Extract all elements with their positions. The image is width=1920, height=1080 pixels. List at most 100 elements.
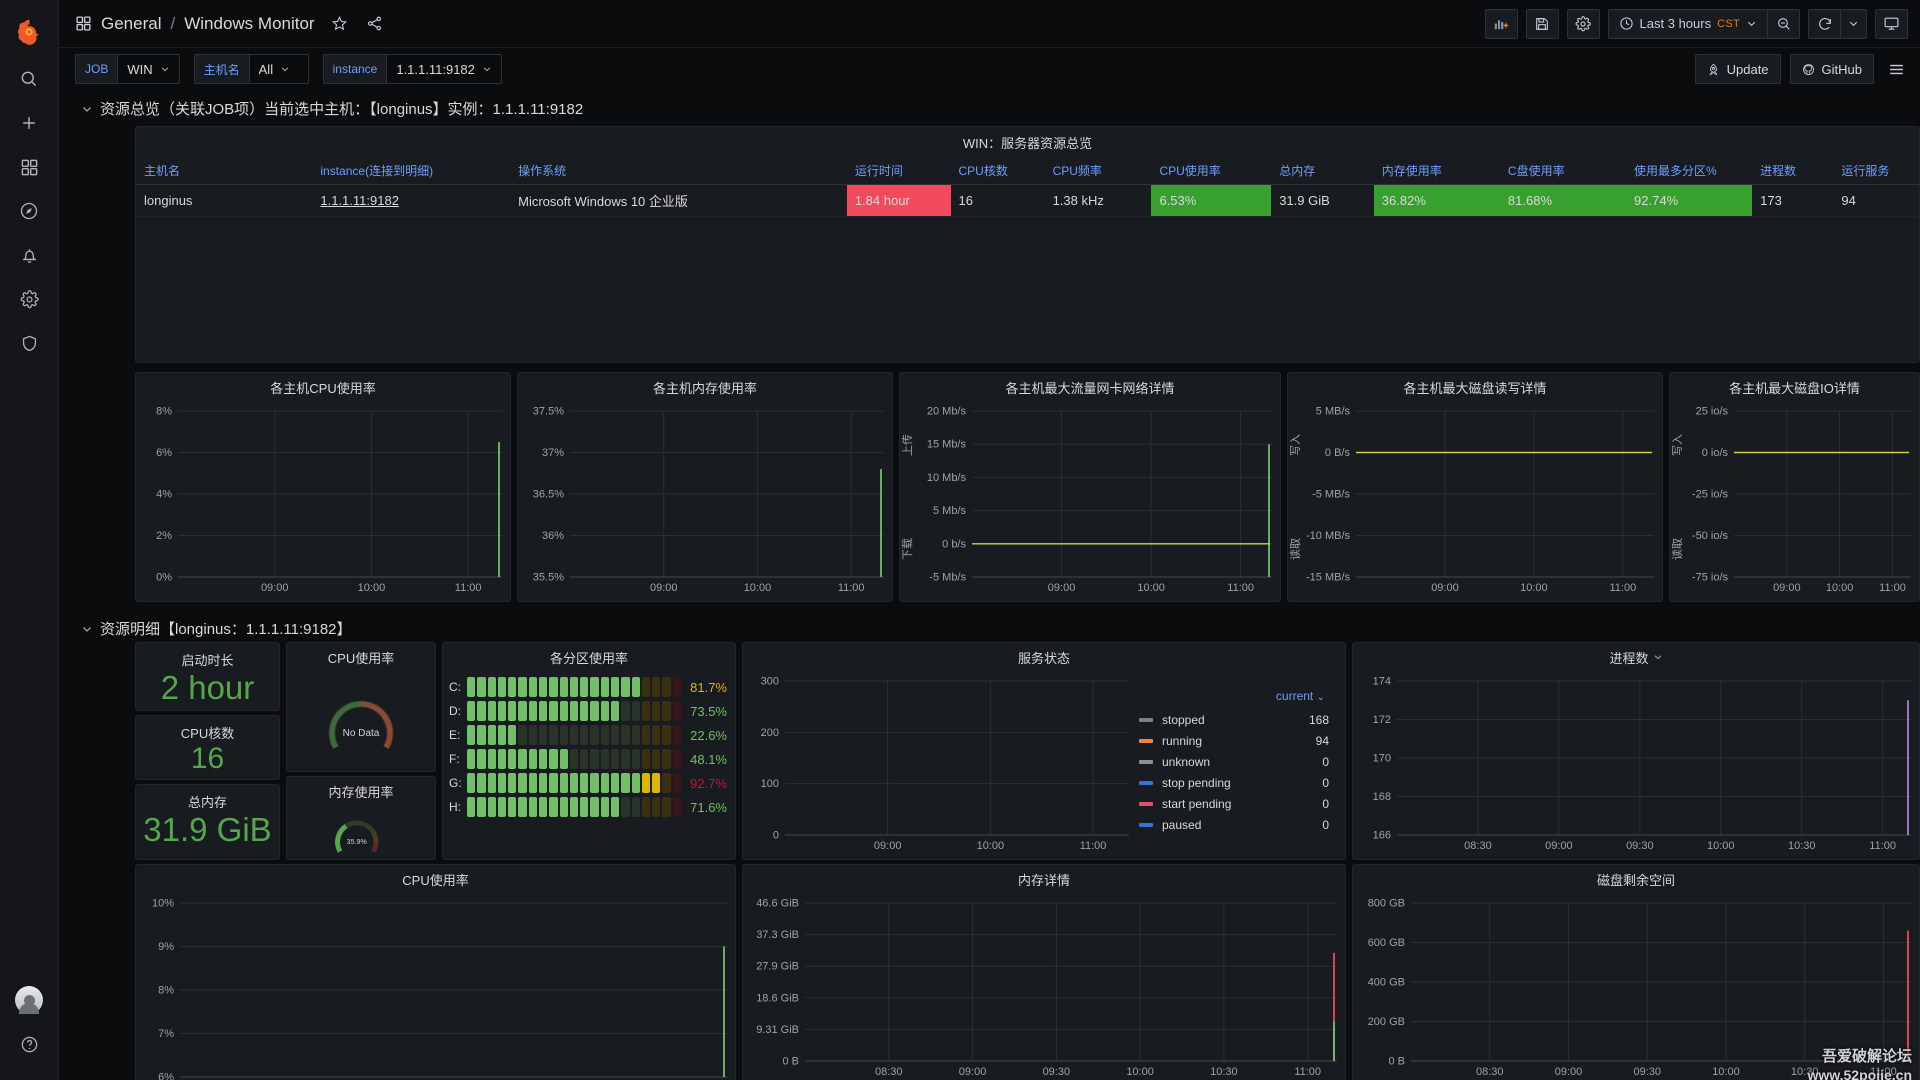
partition-row: E:22.6% [443, 724, 733, 746]
refresh-interval-picker[interactable] [1840, 9, 1867, 39]
row-header-overview[interactable]: 资源总览（关联JOB项）当前选中主机：【longinus】实例：1.1.1.11… [59, 90, 1920, 126]
chart-disk-free-space[interactable]: 0 B200 GB400 GB600 GB800 GB08:3009:0009:… [1353, 893, 1919, 1080]
panel-title-cpu-usage-gauge[interactable]: CPU使用率 [287, 643, 435, 671]
chart-process-count[interactable]: 16616817017217408:3009:0009:3010:0010:30… [1353, 671, 1919, 859]
zoom-out-time-button[interactable] [1767, 9, 1800, 39]
col-cpu-usage[interactable]: CPU使用率 [1151, 157, 1271, 185]
grafana-logo[interactable] [0, 5, 59, 57]
sidebar-item-configuration[interactable] [0, 277, 59, 321]
sidebar-item-dashboards[interactable] [0, 145, 59, 189]
col-uptime[interactable]: 运行时间 [847, 157, 951, 185]
legend-row[interactable]: stop pending0 [1139, 772, 1339, 793]
panel-title-memory-usage-gauge[interactable]: 内存使用率 [287, 777, 435, 805]
github-icon [1802, 63, 1815, 76]
sidebar-item-create[interactable] [0, 101, 59, 145]
panel-title-process-count[interactable]: 进程数 [1353, 643, 1919, 671]
partition-percent: 92.7% [681, 776, 733, 791]
sidebar-item-help[interactable] [0, 1022, 59, 1066]
chart-memory-detail[interactable]: 0 B9.31 GiB18.6 GiB27.9 GiB37.3 GiB46.6 … [743, 893, 1345, 1080]
svg-text:09:00: 09:00 [1545, 840, 1573, 852]
sidebar-item-server-admin[interactable] [0, 321, 59, 365]
col-hostname[interactable]: 主机名 [136, 157, 312, 185]
chart-host-net-detail[interactable]: -5 Mb/s0 b/s5 Mb/s10 Mb/s15 Mb/s20 Mb/s0… [900, 401, 1280, 601]
sidebar-item-search[interactable] [0, 57, 59, 101]
sidebar-avatar[interactable] [0, 978, 59, 1022]
partition-bar-segment [498, 677, 506, 697]
variable-hostname-select[interactable]: All [249, 54, 309, 84]
svg-text:6%: 6% [156, 447, 172, 459]
panel-title-host-disk-rw[interactable]: 各主机最大磁盘读写详情 [1288, 373, 1662, 401]
tv-mode-button[interactable] [1875, 9, 1908, 39]
legend-row[interactable]: stopped168 [1139, 709, 1339, 730]
partition-bar-segment [529, 749, 537, 769]
svg-text:9.31 GiB: 9.31 GiB [756, 1024, 799, 1036]
legend-row[interactable]: paused0 [1139, 814, 1339, 835]
partition-bar-segment [467, 677, 475, 697]
cell-instance-link[interactable]: 1.1.1.11:9182 [320, 193, 399, 208]
panel-host-cpu-usage: 各主机CPU使用率 0%2%4%6%8%09:0010:0011:00 [135, 372, 511, 602]
partition-bar-segment [662, 797, 670, 817]
col-os[interactable]: 操作系统 [510, 157, 847, 185]
chart-host-cpu-usage[interactable]: 0%2%4%6%8%09:0010:0011:00 [136, 401, 510, 601]
add-panel-button[interactable] [1485, 9, 1518, 39]
partition-bar-segment [673, 725, 681, 745]
chart-host-disk-rw[interactable]: -15 MB/s-10 MB/s-5 MB/s0 B/s5 MB/s09:001… [1288, 401, 1662, 601]
variable-instance-select[interactable]: 1.1.1.11:9182 [386, 54, 502, 84]
time-range-picker[interactable]: Last 3 hours CST [1608, 9, 1768, 39]
legend-row[interactable]: running94 [1139, 730, 1339, 751]
col-c-drive-usage[interactable]: C盘使用率 [1500, 157, 1626, 185]
legend-row[interactable]: start pending0 [1139, 793, 1339, 814]
sidebar-item-alerting[interactable] [0, 233, 59, 277]
save-dashboard-button[interactable] [1526, 9, 1559, 39]
dashboard-menu-button[interactable] [1887, 60, 1906, 79]
legend-header-current[interactable]: current ⌄ [1139, 689, 1339, 709]
dashboard-settings-button[interactable] [1567, 9, 1600, 39]
legend-rows: stopped168running94unknown0stop pending0… [1139, 709, 1339, 835]
panel-title-host-disk-io[interactable]: 各主机最大磁盘IO详情 [1670, 373, 1919, 401]
stat-value-uptime: 2 hour [136, 669, 279, 707]
col-services[interactable]: 运行服务 [1833, 157, 1919, 185]
refresh-button[interactable] [1808, 9, 1841, 39]
breadcrumb-folder[interactable]: General [101, 14, 161, 34]
left-sidebar [0, 0, 59, 1080]
col-memory-usage[interactable]: 内存使用率 [1374, 157, 1500, 185]
chart-host-mem-usage[interactable]: 35.5%36%36.5%37%37.5%09:0010:0011:00 [518, 401, 892, 601]
github-link-button[interactable]: GitHub [1790, 54, 1874, 84]
col-processes[interactable]: 进程数 [1752, 157, 1833, 185]
panel-title-service-status[interactable]: 服务状态 [743, 643, 1345, 671]
col-total-memory[interactable]: 总内存 [1271, 157, 1374, 185]
svg-text:10:00: 10:00 [1520, 582, 1548, 594]
star-icon[interactable] [331, 15, 348, 32]
update-link-button[interactable]: Update [1695, 54, 1781, 84]
panel-title-host-cpu-usage[interactable]: 各主机CPU使用率 [136, 373, 510, 401]
partition-bar-segment [549, 701, 557, 721]
col-instance[interactable]: instance(连接到明细) [312, 157, 510, 185]
sidebar-item-explore[interactable] [0, 189, 59, 233]
svg-text:100: 100 [761, 778, 779, 790]
partition-bar-segment [477, 725, 485, 745]
svg-text:10:00: 10:00 [1826, 582, 1854, 594]
panel-title-cpu-usage-detail[interactable]: CPU使用率 [136, 865, 735, 893]
col-max-partition[interactable]: 使用最多分区% [1626, 157, 1752, 185]
panel-title-disk-free-space[interactable]: 磁盘剩余空间 [1353, 865, 1919, 893]
col-cpu-cores[interactable]: CPU核数 [951, 157, 1045, 185]
panel-title-host-net-detail[interactable]: 各主机最大流量网卡网络详情 [900, 373, 1280, 401]
panel-title-partitions[interactable]: 各分区使用率 [443, 643, 735, 671]
partition-bar-segment [488, 677, 496, 697]
row-header-detail[interactable]: 资源明细【longinus：1.1.1.11:9182】 [59, 610, 352, 646]
variable-job-select[interactable]: WIN [117, 54, 179, 84]
panel-title-memory-detail[interactable]: 内存详情 [743, 865, 1345, 893]
chart-host-disk-io[interactable]: -75 io/s-50 io/s-25 io/s0 io/s25 io/s09:… [1670, 401, 1919, 601]
svg-text:-5 MB/s: -5 MB/s [1312, 489, 1350, 501]
stat-title-cpu-cores: CPU核数 [136, 716, 279, 742]
chart-service-status[interactable]: 010020030009:0010:0011:00 [743, 671, 1133, 859]
svg-text:174: 174 [1373, 676, 1391, 688]
legend-series-value: 168 [1309, 713, 1339, 727]
share-icon[interactable] [366, 15, 383, 32]
svg-text:-25 io/s: -25 io/s [1692, 489, 1729, 501]
panel-title-host-mem-usage[interactable]: 各主机内存使用率 [518, 373, 892, 401]
legend-row[interactable]: unknown0 [1139, 751, 1339, 772]
col-cpu-freq[interactable]: CPU频率 [1045, 157, 1152, 185]
chart-cpu-usage-detail[interactable]: 6%7%8%9%10% [136, 893, 735, 1080]
page-title[interactable]: Windows Monitor [184, 14, 314, 34]
